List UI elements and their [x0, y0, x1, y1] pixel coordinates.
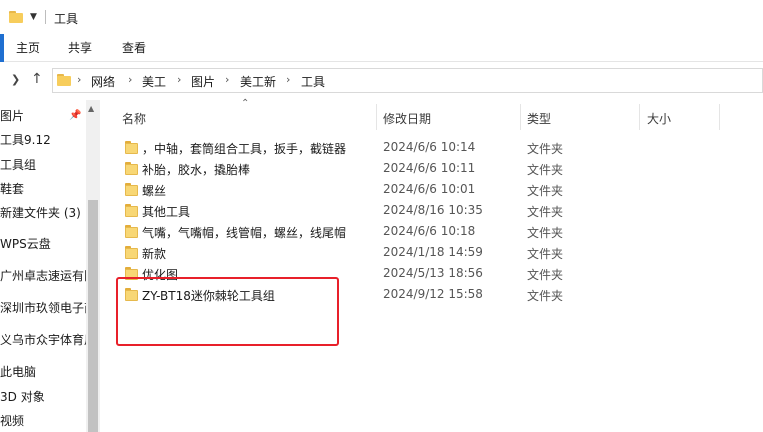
- folder-icon: [9, 11, 23, 23]
- file-type: 文件夹: [527, 163, 564, 177]
- sort-ascending-icon: ⌃: [241, 98, 250, 109]
- quick-access-dropdown-icon[interactable]: ▼: [30, 12, 37, 22]
- folder-icon: [125, 246, 138, 259]
- tab-share[interactable]: 共享: [66, 39, 94, 56]
- folder-icon: [57, 74, 71, 86]
- nav-item[interactable]: 广州卓志速运有限: [0, 267, 96, 284]
- file-date: 2024/6/6 10:11: [383, 161, 476, 175]
- file-name: 螺丝: [142, 184, 167, 198]
- breadcrumb-network[interactable]: 网络: [91, 73, 115, 90]
- file-tab-accent[interactable]: [0, 34, 4, 62]
- column-header-type[interactable]: 类型: [527, 110, 551, 127]
- chevron-right-icon[interactable]: ›: [77, 73, 81, 86]
- file-name: ，中轴，套筒组合工具，扳手，截链器: [142, 142, 347, 156]
- navigation-pane: 图片 工具9.12 工具组 鞋套 新建文件夹 (3) WPS云盘 广州卓志速运有…: [0, 100, 100, 432]
- file-date: 2024/6/6 10:01: [383, 182, 476, 196]
- file-type: 文件夹: [527, 289, 564, 303]
- nav-item[interactable]: 此电脑: [0, 363, 36, 380]
- nav-item[interactable]: 3D 对象: [0, 388, 45, 405]
- file-type: 文件夹: [527, 268, 564, 282]
- column-divider[interactable]: [520, 104, 521, 130]
- file-date: 2024/5/13 18:56: [383, 266, 483, 280]
- tab-view[interactable]: 查看: [120, 39, 148, 56]
- folder-icon: [125, 183, 138, 196]
- file-name: 补胎，胶水，撬胎棒: [142, 163, 251, 177]
- chevron-right-icon[interactable]: ›: [128, 73, 132, 86]
- nav-item[interactable]: 鞋套: [0, 180, 24, 197]
- folder-icon: [125, 225, 138, 238]
- recent-locations-icon[interactable]: ❯: [11, 73, 20, 86]
- file-row[interactable]: 新款 2024/1/18 14:59 文件夹: [116, 242, 756, 263]
- file-name: 其他工具: [142, 205, 191, 219]
- file-date: 2024/6/6 10:14: [383, 140, 476, 154]
- nav-scrollbar[interactable]: ▲: [86, 100, 100, 432]
- nav-item[interactable]: WPS云盘: [0, 235, 51, 252]
- up-arrow-icon[interactable]: ↑: [31, 71, 43, 87]
- chevron-right-icon[interactable]: ›: [177, 73, 181, 86]
- file-type: 文件夹: [527, 205, 564, 219]
- nav-item[interactable]: 图片: [0, 107, 24, 124]
- nav-item[interactable]: 工具组: [0, 156, 36, 173]
- nav-item[interactable]: 义乌市众宇体育用: [0, 331, 96, 348]
- file-type: 文件夹: [527, 142, 564, 156]
- column-divider[interactable]: [639, 104, 640, 130]
- pin-icon[interactable]: 📌: [69, 110, 81, 121]
- nav-item[interactable]: 工具9.12: [0, 131, 51, 148]
- breadcrumb-tools[interactable]: 工具: [301, 73, 325, 90]
- divider: [45, 10, 46, 24]
- scrollbar-thumb[interactable]: [88, 200, 98, 432]
- chevron-right-icon[interactable]: ›: [225, 73, 229, 86]
- file-row[interactable]: 补胎，胶水，撬胎棒 2024/6/6 10:11 文件夹: [116, 158, 756, 179]
- column-divider[interactable]: [376, 104, 377, 130]
- folder-icon: [125, 204, 138, 217]
- file-row[interactable]: 气嘴，气嘴帽，线管帽，螺丝，线尾帽 2024/6/6 10:18 文件夹: [116, 221, 756, 242]
- nav-item[interactable]: 新建文件夹 (3): [0, 204, 81, 221]
- file-row[interactable]: 螺丝 2024/6/6 10:01 文件夹: [116, 179, 756, 200]
- file-row[interactable]: ，中轴，套筒组合工具，扳手，截链器 2024/6/6 10:14 文件夹: [116, 137, 756, 158]
- window-title: 工具: [54, 12, 79, 26]
- file-date: 2024/1/18 14:59: [383, 245, 483, 259]
- file-row[interactable]: 其他工具 2024/8/16 10:35 文件夹: [116, 200, 756, 221]
- column-header-name[interactable]: 名称: [122, 110, 146, 127]
- column-header-date[interactable]: 修改日期: [383, 110, 431, 127]
- breadcrumb-meigong[interactable]: 美工: [142, 73, 166, 90]
- address-bar[interactable]: › 网络 › 美工 › 图片 › 美工新 › 工具: [52, 68, 763, 93]
- folder-icon: [125, 141, 138, 154]
- title-bar: ▼ 工具: [0, 0, 763, 34]
- ribbon-tabs: 主页 共享 查看: [0, 34, 763, 62]
- tab-home[interactable]: 主页: [14, 39, 42, 56]
- breadcrumb-pictures[interactable]: 图片: [191, 73, 215, 90]
- nav-item[interactable]: 深圳市玖领电子商: [0, 299, 96, 316]
- file-type: 文件夹: [527, 247, 564, 261]
- file-type: 文件夹: [527, 226, 564, 240]
- folder-icon: [125, 162, 138, 175]
- nav-item[interactable]: 视频: [0, 412, 24, 429]
- file-name: 气嘴，气嘴帽，线管帽，螺丝，线尾帽: [142, 226, 347, 240]
- file-date: 2024/6/6 10:18: [383, 224, 476, 238]
- file-date: 2024/9/12 15:58: [383, 287, 483, 301]
- breadcrumb-meigongxin[interactable]: 美工新: [240, 73, 276, 90]
- file-type: 文件夹: [527, 184, 564, 198]
- address-row: ❯ ↑ › 网络 › 美工 › 图片 › 美工新 › 工具: [0, 63, 763, 97]
- scroll-up-icon[interactable]: ▲: [88, 104, 94, 113]
- column-header-size[interactable]: 大小: [647, 110, 671, 127]
- chevron-right-icon[interactable]: ›: [286, 73, 290, 86]
- file-date: 2024/8/16 10:35: [383, 203, 483, 217]
- column-divider[interactable]: [719, 104, 720, 130]
- file-name: 新款: [142, 247, 167, 261]
- highlight-box: [116, 277, 339, 346]
